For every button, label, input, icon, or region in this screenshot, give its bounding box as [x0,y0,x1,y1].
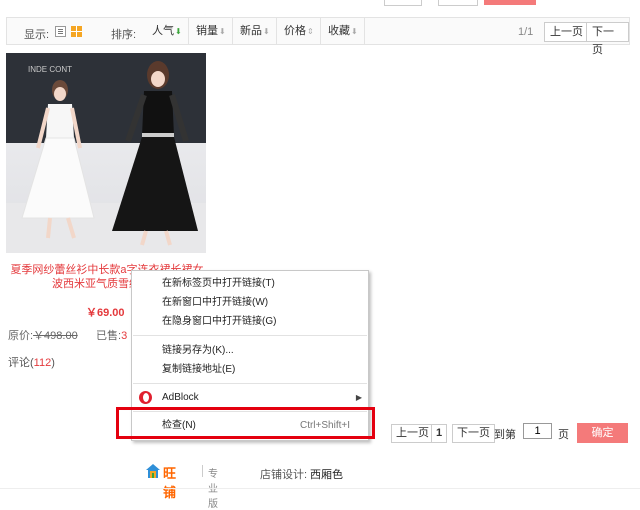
menu-save-link-as-label: 链接另存为(K)... [162,345,234,356]
inspect-highlight-box [116,407,375,439]
menu-open-incognito-label: 在隐身窗口中打开链接(G) [162,316,277,327]
grid-view-icon[interactable] [71,26,82,37]
sort-label: 排序: [111,29,137,41]
arrow-down-icon: ⬇ [351,27,358,36]
page-unit-label: 页 [558,429,569,441]
arrow-down-icon: ⬇ [219,27,226,36]
sort-sales-label: 销量 [196,25,218,37]
sort-popularity-label: 人气 [152,25,174,37]
comment-count[interactable]: 评论(112) [8,354,55,370]
submenu-arrow-icon: ▶ [355,393,362,402]
goto-label: 到第 [494,429,516,441]
comment-close: ) [51,357,55,369]
wangpu-brand: 旺铺 [163,466,177,500]
menu-separator [133,383,367,384]
menu-open-new-window[interactable]: 在新窗口中打开链接(W) [132,293,368,312]
product-price: ￥69.00 [86,307,125,319]
top-input-remnant[interactable] [384,0,422,6]
menu-separator [133,335,367,336]
sort-price-label: 价格 [284,25,306,37]
sort-favorites-label: 收藏 [328,25,350,37]
arrow-down-icon: ⬇ [175,27,182,36]
comment-number: 112 [33,357,52,369]
sort-toolbar: 显示: 排序: 人气⬇ 销量⬇ 新品⬇ 价格⇕ 收藏⬇ 1/1 上一页 下一页 [6,17,630,56]
menu-copy-link-label: 复制链接地址(E) [162,364,236,375]
sort-popularity[interactable]: 人气⬇ [146,18,189,44]
model-black-dress [112,61,198,246]
page-count: 1/1 [518,26,534,38]
image-wall-text: INDE CONT [28,65,72,74]
original-price-label: 原价: [8,330,34,342]
sort-sales[interactable]: 销量⬇ [190,18,233,44]
menu-open-new-tab-label: 在新标签页中打开链接(T) [162,278,275,289]
sold-value: 3 [121,330,128,342]
comment-label: 评论( [8,357,34,369]
page-number-input[interactable] [523,423,552,439]
logo-divider [202,465,203,477]
bottom-prev-page-button[interactable]: 上一页 [391,424,434,443]
original-price-value: ￥498.00 [33,330,78,342]
footer-divider [0,488,640,489]
menu-open-new-tab[interactable]: 在新标签页中打开链接(T) [132,274,368,293]
sort-new-label: 新品 [240,25,262,37]
confirm-button[interactable]: 确定 [577,423,628,443]
top-search-button-remnant[interactable] [484,0,536,5]
list-view-icon[interactable] [55,26,66,37]
sold-label: 已售: [96,330,122,342]
menu-open-incognito[interactable]: 在隐身窗口中打开链接(G) [132,312,368,331]
menu-copy-link[interactable]: 复制链接地址(E) [132,360,368,379]
menu-save-link-as[interactable]: 链接另存为(K)... [132,341,368,360]
sort-new[interactable]: 新品⬇ [234,18,277,44]
sort-price[interactable]: 价格⇕ [278,18,321,44]
house-icon [146,464,160,478]
model-white-dress [21,80,95,239]
bottom-current-page[interactable]: 1 [431,424,448,443]
prev-page-button[interactable]: 上一页 [544,22,589,42]
shop-design-label: 店铺设计: [260,469,308,481]
bottom-next-page-button[interactable]: 下一页 [452,424,495,443]
menu-adblock[interactable]: AdBlock ▶ [132,388,368,407]
sold-count: 已售:3 [96,327,127,343]
next-page-button[interactable]: 下一页 [586,22,629,56]
sort-favorites[interactable]: 收藏⬇ [322,18,365,44]
adblock-opera-icon [139,391,152,404]
arrow-down-icon: ⬇ [263,27,270,36]
menu-adblock-label: AdBlock [162,392,199,403]
arrow-updown-icon: ⇕ [307,27,314,36]
display-label: 显示: [24,29,50,41]
product-image[interactable]: INDE CONT [6,53,206,253]
top-input-remnant-2[interactable] [438,0,478,6]
original-price: 原价:￥498.00 [8,327,78,343]
top-remnant-bar [0,0,640,10]
menu-open-new-window-label: 在新窗口中打开链接(W) [162,297,269,308]
shop-designer-link[interactable]: 西厢色 [310,466,343,482]
